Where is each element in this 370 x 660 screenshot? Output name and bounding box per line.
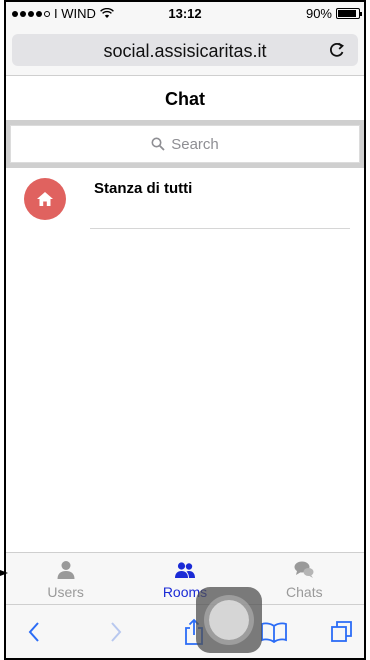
user-icon bbox=[57, 561, 75, 579]
room-avatar bbox=[24, 178, 66, 220]
tab-bar: Users Rooms Chats bbox=[6, 552, 364, 604]
browser-toolbar bbox=[6, 604, 364, 658]
room-list: Stanza di tutti bbox=[6, 168, 364, 230]
browser-address-area: social.assisicaritas.it bbox=[6, 24, 364, 76]
back-button[interactable] bbox=[20, 618, 48, 646]
search-input[interactable]: Search bbox=[10, 125, 360, 163]
page-header: Chat bbox=[6, 76, 364, 120]
home-icon bbox=[37, 192, 53, 206]
divider bbox=[90, 228, 350, 229]
tab-users[interactable]: Users bbox=[6, 553, 125, 604]
chevron-right-icon bbox=[111, 622, 122, 642]
tabs-button[interactable] bbox=[328, 618, 356, 646]
forward-button[interactable] bbox=[102, 618, 130, 646]
search-container: Search bbox=[6, 120, 364, 168]
battery-status: 90% bbox=[305, 6, 362, 21]
address-bar[interactable]: social.assisicaritas.it bbox=[12, 34, 358, 66]
tabs-icon bbox=[331, 621, 352, 642]
battery-icon bbox=[336, 8, 362, 19]
tab-chats[interactable]: Chats bbox=[245, 553, 364, 604]
status-bar: I WIND 13:12 90% bbox=[6, 2, 364, 24]
chat-bubbles-icon bbox=[294, 561, 314, 578]
battery-percent: 90% bbox=[305, 6, 332, 21]
assistive-touch-icon bbox=[209, 600, 249, 640]
chevron-left-icon bbox=[28, 622, 39, 642]
phone-screen: I WIND 13:12 90% social.assisicaritas.it bbox=[4, 0, 366, 660]
room-name: Stanza di tutti bbox=[94, 180, 193, 197]
pointer-arrow-icon bbox=[0, 570, 8, 576]
url-text[interactable]: social.assisicaritas.it bbox=[12, 41, 358, 62]
group-icon bbox=[174, 562, 195, 578]
reload-icon[interactable] bbox=[326, 39, 348, 61]
search-placeholder: Search bbox=[171, 135, 219, 153]
bookmarks-icon bbox=[261, 622, 287, 643]
tab-label: Users bbox=[47, 584, 84, 600]
bookmarks-button[interactable] bbox=[260, 618, 288, 646]
page-title: Chat bbox=[165, 89, 205, 109]
tab-label: Chats bbox=[286, 584, 323, 600]
search-icon bbox=[151, 137, 165, 151]
assistive-touch-button[interactable] bbox=[196, 587, 262, 653]
list-item[interactable]: Stanza di tutti bbox=[6, 168, 364, 230]
battery-fill bbox=[338, 10, 356, 17]
